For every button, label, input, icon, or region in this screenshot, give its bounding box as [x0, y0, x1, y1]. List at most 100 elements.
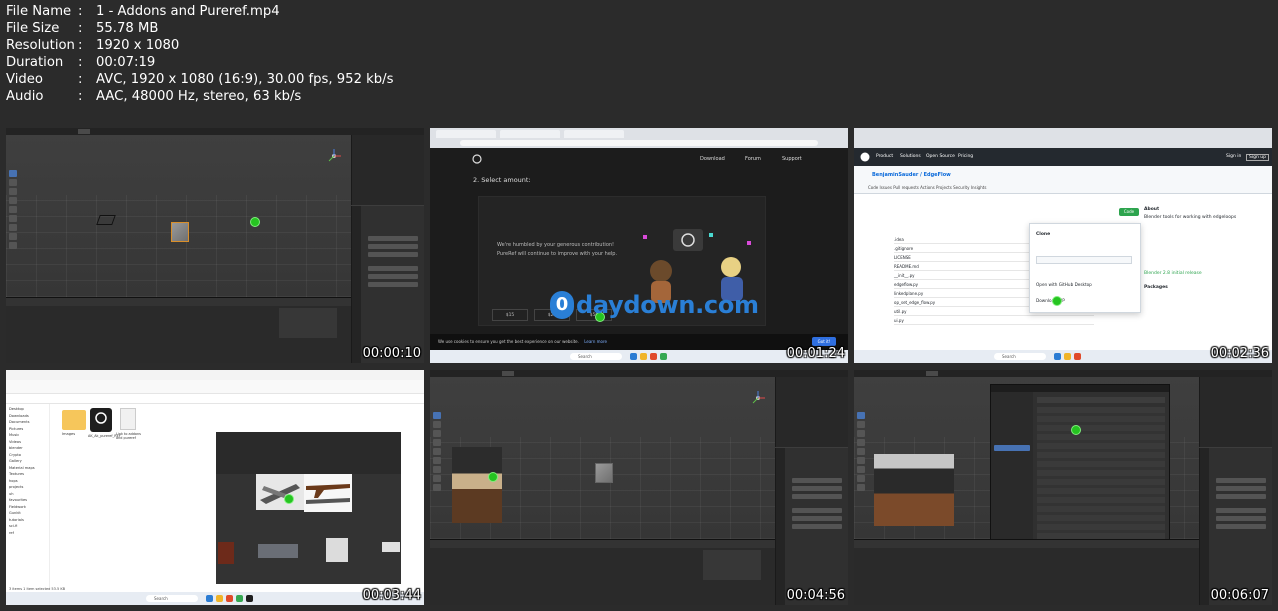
file-row[interactable]: ui.py	[894, 317, 1094, 325]
navigation-tree: Desktop Downloads Documents Pictures Mus…	[6, 404, 50, 587]
file-item-label: Images	[62, 432, 76, 436]
outliner-panel	[1199, 377, 1272, 447]
amount-button-1[interactable]: $15	[492, 309, 528, 321]
info-separator: :	[78, 89, 83, 104]
tree-item[interactable]: ref	[9, 530, 46, 537]
windows-taskbar: Search	[6, 592, 424, 605]
nav-forum[interactable]: Forum	[745, 156, 761, 162]
reference-image[interactable]	[326, 538, 348, 562]
shader-editor	[854, 539, 1199, 605]
cursor-highlight-icon	[488, 472, 498, 482]
info-label: File Name	[6, 4, 72, 19]
thumbnail-2-pureref-site[interactable]: Download Forum Support 2. Select amount:…	[430, 128, 848, 363]
info-row-duration: Duration:00:07:19	[6, 54, 393, 71]
info-separator: :	[78, 21, 83, 36]
tool-bar	[9, 170, 18, 270]
taskbar-search[interactable]: Search	[994, 353, 1046, 360]
prefs-addons-tab[interactable]	[994, 445, 1030, 451]
header-pricing[interactable]: Pricing	[958, 154, 973, 159]
outliner-panel	[775, 377, 848, 447]
sign-up-button[interactable]: Sign up	[1246, 154, 1269, 161]
thumbnail-3-github[interactable]: Product Solutions Open Source Pricing Si…	[854, 128, 1272, 363]
navigation-gizmo-icon	[325, 147, 343, 165]
info-row-resolution: Resolution:1920 x 1080	[6, 37, 393, 54]
properties-panel	[775, 448, 848, 605]
viewport-grid	[6, 195, 351, 297]
info-row-audio: Audio: AAC, 48000 Hz, stereo, 63 kb/s	[6, 88, 393, 105]
info-value: AVC, 1920 x 1080 (16:9), 30.00 fps, 952 …	[96, 72, 394, 87]
timestamp: 00:01:24	[786, 346, 845, 361]
info-separator: :	[78, 38, 83, 53]
clone-dropdown: Clone Open with GitHub Desktop Download …	[1029, 223, 1141, 313]
outliner-panel	[351, 135, 424, 205]
timestamp: 00:04:56	[786, 588, 845, 603]
repo-tabs[interactable]: Code Issues Pull requests Actions Projec…	[868, 185, 986, 190]
thumbnail-6-blender-preferences[interactable]: 00:06:07	[854, 370, 1272, 605]
workspace-tab	[502, 371, 514, 376]
info-value: AAC, 48000 Hz, stereo, 63 kb/s	[96, 89, 302, 104]
properties-panel	[351, 206, 424, 363]
info-separator: :	[78, 72, 83, 87]
tool-bar	[433, 412, 442, 512]
info-separator: :	[78, 4, 83, 19]
cube-object	[595, 463, 613, 483]
info-label: Video	[6, 72, 43, 87]
pureref-logo-icon	[472, 154, 482, 164]
shader-editor	[6, 297, 351, 363]
file-info: File Name:1 - Addons and Pureref.mp4 Fil…	[6, 3, 393, 105]
shader-editor	[430, 539, 775, 605]
pureref-board[interactable]	[216, 432, 401, 584]
address-bar	[460, 140, 818, 146]
cookie-banner: We use cookies to ensure you get the bes…	[430, 334, 848, 350]
packages-title: Packages	[1144, 285, 1168, 290]
thumbnail-1-blender[interactable]: 00:00:10	[6, 128, 424, 363]
windows-taskbar: Search	[430, 350, 848, 363]
folder-icon[interactable]	[62, 410, 86, 430]
info-separator: :	[78, 55, 83, 70]
about-sidebar: About Blender tools for working with edg…	[1144, 206, 1254, 292]
header-solutions[interactable]: Solutions	[900, 154, 921, 159]
explorer-address-bar[interactable]	[6, 394, 424, 404]
reference-image	[452, 447, 502, 523]
cursor-highlight-icon	[1071, 425, 1081, 435]
timestamp: 00:02:36	[1210, 346, 1269, 361]
windows-taskbar: Search	[854, 350, 1272, 363]
nav-download[interactable]: Download	[700, 156, 725, 162]
release-label[interactable]: Blender 2.8 initial release	[1144, 270, 1254, 278]
cube-object	[171, 222, 189, 242]
taskbar-search[interactable]: Search	[570, 353, 622, 360]
blender-topbar	[430, 370, 848, 377]
viewport	[430, 377, 775, 539]
header-product[interactable]: Product	[876, 154, 893, 159]
thumbnail-4-explorer-pureref[interactable]: Desktop Downloads Documents Pictures Mus…	[6, 370, 424, 605]
open-desktop-item[interactable]: Open with GitHub Desktop	[1036, 282, 1092, 287]
clone-url-input[interactable]	[1036, 256, 1132, 264]
window-titlebar	[6, 370, 424, 380]
cookie-learn-more[interactable]: Learn more	[584, 339, 607, 344]
sign-in-link[interactable]: Sign in	[1226, 154, 1241, 159]
file-item-label: AK_Ak_pureref_REF	[88, 434, 121, 438]
shortcut-file-icon[interactable]	[120, 408, 136, 430]
pureref-file-icon[interactable]	[90, 408, 112, 432]
reference-image[interactable]	[256, 474, 306, 510]
timestamp: 00:03:44	[362, 588, 421, 603]
thumbnail-5-blender-reference[interactable]: 00:04:56	[430, 370, 848, 605]
cookie-accept-button[interactable]: Got it!	[812, 337, 836, 346]
reference-image[interactable]	[382, 542, 400, 552]
taskbar-search[interactable]: Search	[146, 595, 198, 602]
header-open-source[interactable]: Open Source	[926, 154, 955, 159]
reference-image[interactable]	[258, 544, 298, 558]
nav-support[interactable]: Support	[782, 156, 802, 162]
about-title: About	[1144, 207, 1160, 212]
info-label: File Size	[6, 21, 60, 36]
info-row-video: Video: AVC, 1920 x 1080 (16:9), 30.00 fps…	[6, 71, 393, 88]
watermark-o: 0	[550, 291, 574, 319]
repo-name[interactable]: BenjaminSauder / EdgeFlow	[872, 172, 951, 178]
info-label: Duration	[6, 55, 64, 70]
explorer-commandbar	[6, 380, 424, 394]
reference-image[interactable]	[218, 542, 234, 564]
info-label: Audio	[6, 89, 44, 104]
cookie-text: We use cookies to ensure you get the bes…	[438, 339, 579, 344]
code-button[interactable]: Code	[1119, 208, 1139, 216]
reference-image[interactable]	[304, 474, 352, 512]
